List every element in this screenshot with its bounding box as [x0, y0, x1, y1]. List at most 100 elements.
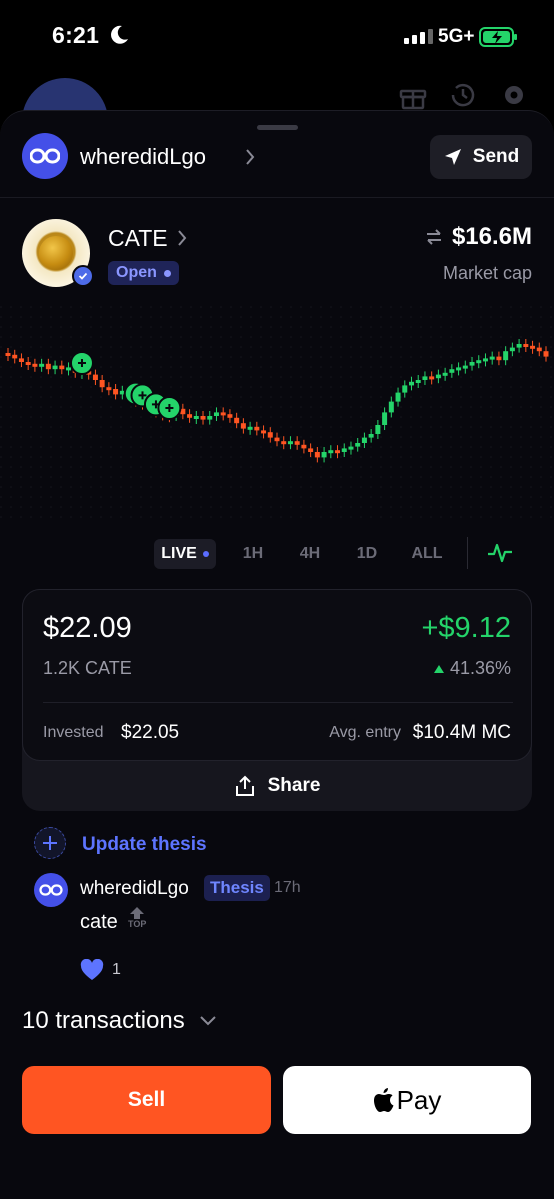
market-cap-label: Market cap	[442, 263, 532, 283]
candle	[254, 426, 260, 431]
status-time: 6:21	[52, 22, 100, 48]
token-name[interactable]: CATE	[108, 225, 168, 252]
tab-1d[interactable]: 1D	[348, 539, 386, 569]
post-author-name[interactable]: wheredidLgo	[80, 878, 189, 900]
candle	[52, 365, 58, 370]
candle	[409, 381, 414, 386]
candle	[382, 412, 388, 425]
live-dot-icon	[202, 551, 209, 557]
arrow-up-icon	[130, 907, 145, 919]
candle	[281, 441, 287, 445]
swap-arrows-icon	[426, 229, 441, 245]
top-badge-label: TOP	[128, 919, 147, 929]
candle	[294, 441, 300, 445]
history-icon[interactable]	[448, 80, 478, 110]
candle	[543, 351, 549, 357]
candle	[536, 347, 542, 352]
candle	[368, 434, 374, 438]
pnl-percent-value: 41.36%	[449, 658, 511, 678]
candle	[314, 452, 320, 458]
candle	[59, 365, 65, 370]
post-author-avatar[interactable]	[34, 873, 68, 907]
verified-badge-icon	[72, 265, 94, 287]
candle	[509, 347, 515, 352]
update-thesis-label: Update thesis	[82, 834, 207, 855]
buy-marker[interactable]	[69, 351, 94, 375]
candle	[348, 446, 354, 450]
apple-logo-icon	[373, 1088, 394, 1112]
update-thesis-button[interactable]: Update thesis	[34, 827, 334, 861]
battery-icon	[479, 27, 517, 47]
tab-live[interactable]: LIVE	[154, 539, 216, 569]
candle	[516, 344, 522, 348]
candle	[32, 363, 38, 367]
invested-label: Invested	[43, 724, 104, 741]
candle	[113, 389, 119, 395]
post-time: 17h	[274, 879, 301, 896]
position-card: $22.09 1.2K CATE +$9.12 41.36% Invested …	[22, 589, 532, 811]
share-label: Share	[267, 775, 321, 796]
buy-marker[interactable]	[157, 396, 182, 420]
share-button[interactable]: Share	[22, 761, 532, 811]
send-button[interactable]: Send	[430, 135, 532, 179]
account-name[interactable]: wheredidLgo	[80, 144, 206, 170]
candle	[415, 380, 421, 383]
candle	[449, 369, 455, 373]
share-icon	[235, 775, 254, 796]
candle	[308, 448, 314, 452]
candle	[462, 365, 468, 369]
candle	[213, 412, 219, 416]
candle	[220, 412, 226, 416]
send-label: Send	[472, 146, 520, 167]
price-chart[interactable]	[0, 306, 554, 526]
settings-gear-icon[interactable]	[499, 80, 529, 110]
candle	[287, 441, 293, 445]
status-dot-icon	[163, 269, 171, 277]
candle	[267, 432, 273, 438]
candle	[261, 430, 267, 434]
transactions-toggle[interactable]: 10 transactions	[22, 1004, 217, 1038]
position-pnl: +$9.12	[421, 612, 511, 644]
tab-all[interactable]: ALL	[405, 539, 449, 569]
candle	[388, 401, 394, 413]
candle	[321, 452, 327, 458]
candle	[274, 437, 280, 442]
candle	[503, 351, 509, 361]
sheet-grabber[interactable]	[257, 125, 298, 130]
chevron-right-icon	[178, 230, 187, 246]
tab-4h[interactable]: 4H	[291, 539, 329, 569]
candle	[200, 416, 206, 420]
account-avatar[interactable]	[22, 133, 68, 179]
market-cap-value[interactable]: $16.6M	[424, 223, 532, 251]
sell-button[interactable]: Sell	[22, 1066, 271, 1134]
position-quantity: 1.2K CATE	[43, 658, 132, 678]
chevron-down-icon	[200, 1016, 216, 1026]
candle	[335, 450, 341, 454]
gift-icon[interactable]	[398, 80, 428, 110]
tabs-divider	[467, 537, 468, 569]
candle	[489, 356, 495, 360]
tab-1h[interactable]: 1H	[234, 539, 272, 569]
candle	[301, 444, 307, 449]
send-arrow-icon	[444, 149, 461, 165]
candle	[247, 426, 253, 430]
candle	[469, 362, 475, 366]
candle	[496, 356, 502, 361]
candle	[523, 344, 529, 347]
thesis-post: wheredidLgo Thesis 17h cate TOP 1	[34, 873, 514, 983]
candle	[429, 376, 435, 380]
candle	[45, 363, 51, 370]
position-divider	[43, 702, 513, 703]
position-pnl-percent: 41.36%	[433, 658, 511, 679]
status-badge: Open	[108, 261, 179, 285]
candle	[193, 416, 199, 419]
candle	[18, 358, 24, 362]
network-label: 5G+	[438, 26, 475, 47]
chevron-right-icon	[246, 149, 255, 165]
status-label: Open	[116, 264, 157, 281]
heart-icon[interactable]	[80, 959, 104, 981]
position-summary: $22.09 1.2K CATE +$9.12 41.36% Invested …	[22, 589, 532, 761]
apple-pay-button[interactable]: Pay	[283, 1066, 531, 1134]
candle	[476, 360, 482, 364]
line-chart-toggle-icon[interactable]	[487, 541, 513, 565]
